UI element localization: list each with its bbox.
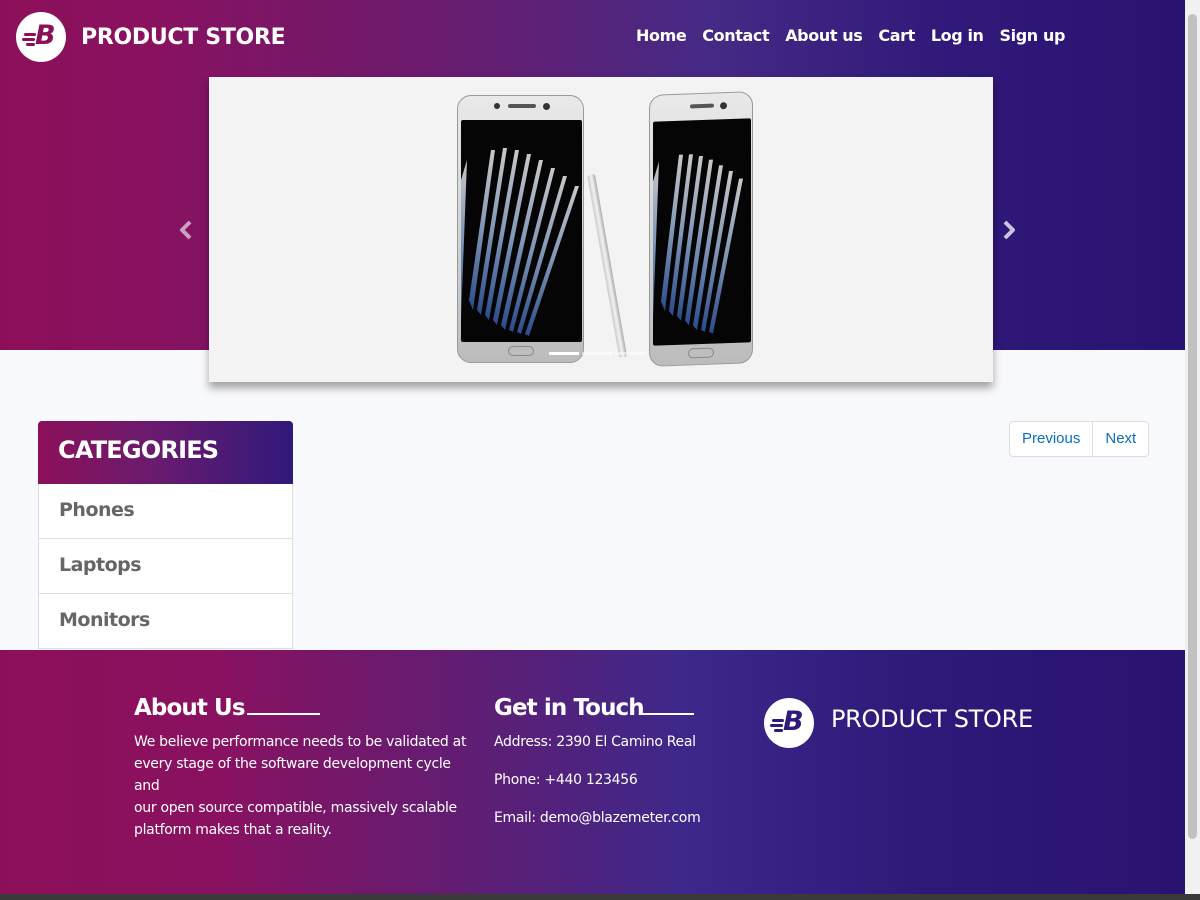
navbar-brand[interactable]: B PRODUCT STORE: [16, 12, 286, 62]
next-page-button[interactable]: Next: [1092, 422, 1148, 456]
footer-brand-name: PRODUCT STORE: [831, 705, 1033, 733]
carousel-slide-image: [209, 77, 993, 382]
category-monitors[interactable]: Monitors: [38, 594, 293, 649]
pagination: Previous Next: [1009, 421, 1150, 457]
footer-divider: [247, 713, 320, 715]
phone-image: [649, 91, 753, 367]
nav-log-in[interactable]: Log in: [931, 26, 984, 45]
footer-address: Address: 2390 El Camino Real: [494, 734, 696, 750]
footer-about-title: About Us: [134, 695, 246, 721]
category-laptops[interactable]: Laptops: [38, 539, 293, 594]
carousel-indicator[interactable]: [615, 352, 645, 355]
footer-contact-title: Get in Touch: [494, 695, 645, 721]
page: B PRODUCT STORE Home Contact About us Ca…: [0, 0, 1185, 894]
brand-name: PRODUCT STORE: [81, 24, 286, 50]
footer: About Us We believe performance needs to…: [0, 650, 1185, 894]
footer-phone: Phone: +440 123456: [494, 772, 638, 788]
carousel-indicators: [549, 352, 648, 355]
categories-list: CATEGORIES Phones Laptops Monitors: [38, 421, 293, 649]
phone-image: [457, 95, 584, 363]
brand-logo-icon: B: [16, 12, 66, 62]
footer-divider: [641, 713, 694, 715]
previous-page-button[interactable]: Previous: [1010, 422, 1092, 456]
scrollbar-thumb[interactable]: [1188, 14, 1197, 839]
category-phones[interactable]: Phones: [38, 484, 293, 539]
window-bottom-edge: [0, 894, 1200, 900]
chevron-right-icon: [1003, 220, 1015, 240]
nav-cart[interactable]: Cart: [878, 26, 915, 45]
nav-about-us[interactable]: About us: [785, 26, 863, 45]
carousel-indicator[interactable]: [549, 352, 579, 355]
carousel-indicator[interactable]: [582, 352, 612, 355]
vertical-scrollbar[interactable]: [1185, 0, 1200, 894]
footer-brand-logo-icon: B: [764, 698, 814, 748]
nav-contact[interactable]: Contact: [702, 26, 769, 45]
categories-header[interactable]: CATEGORIES: [38, 421, 293, 484]
carousel-prev-button[interactable]: [176, 218, 196, 242]
chevron-left-icon: [180, 220, 192, 240]
footer-about-text: We believe performance needs to be valid…: [134, 734, 467, 838]
nav-sign-up[interactable]: Sign up: [1000, 26, 1066, 45]
stylus-image: [587, 173, 628, 359]
nav-home[interactable]: Home: [636, 26, 687, 45]
footer-email: Email: demo@blazemeter.com: [494, 810, 701, 826]
carousel-next-button[interactable]: [999, 218, 1019, 242]
main-nav: Home Contact About us Cart Log in Sign u…: [620, 26, 1065, 45]
